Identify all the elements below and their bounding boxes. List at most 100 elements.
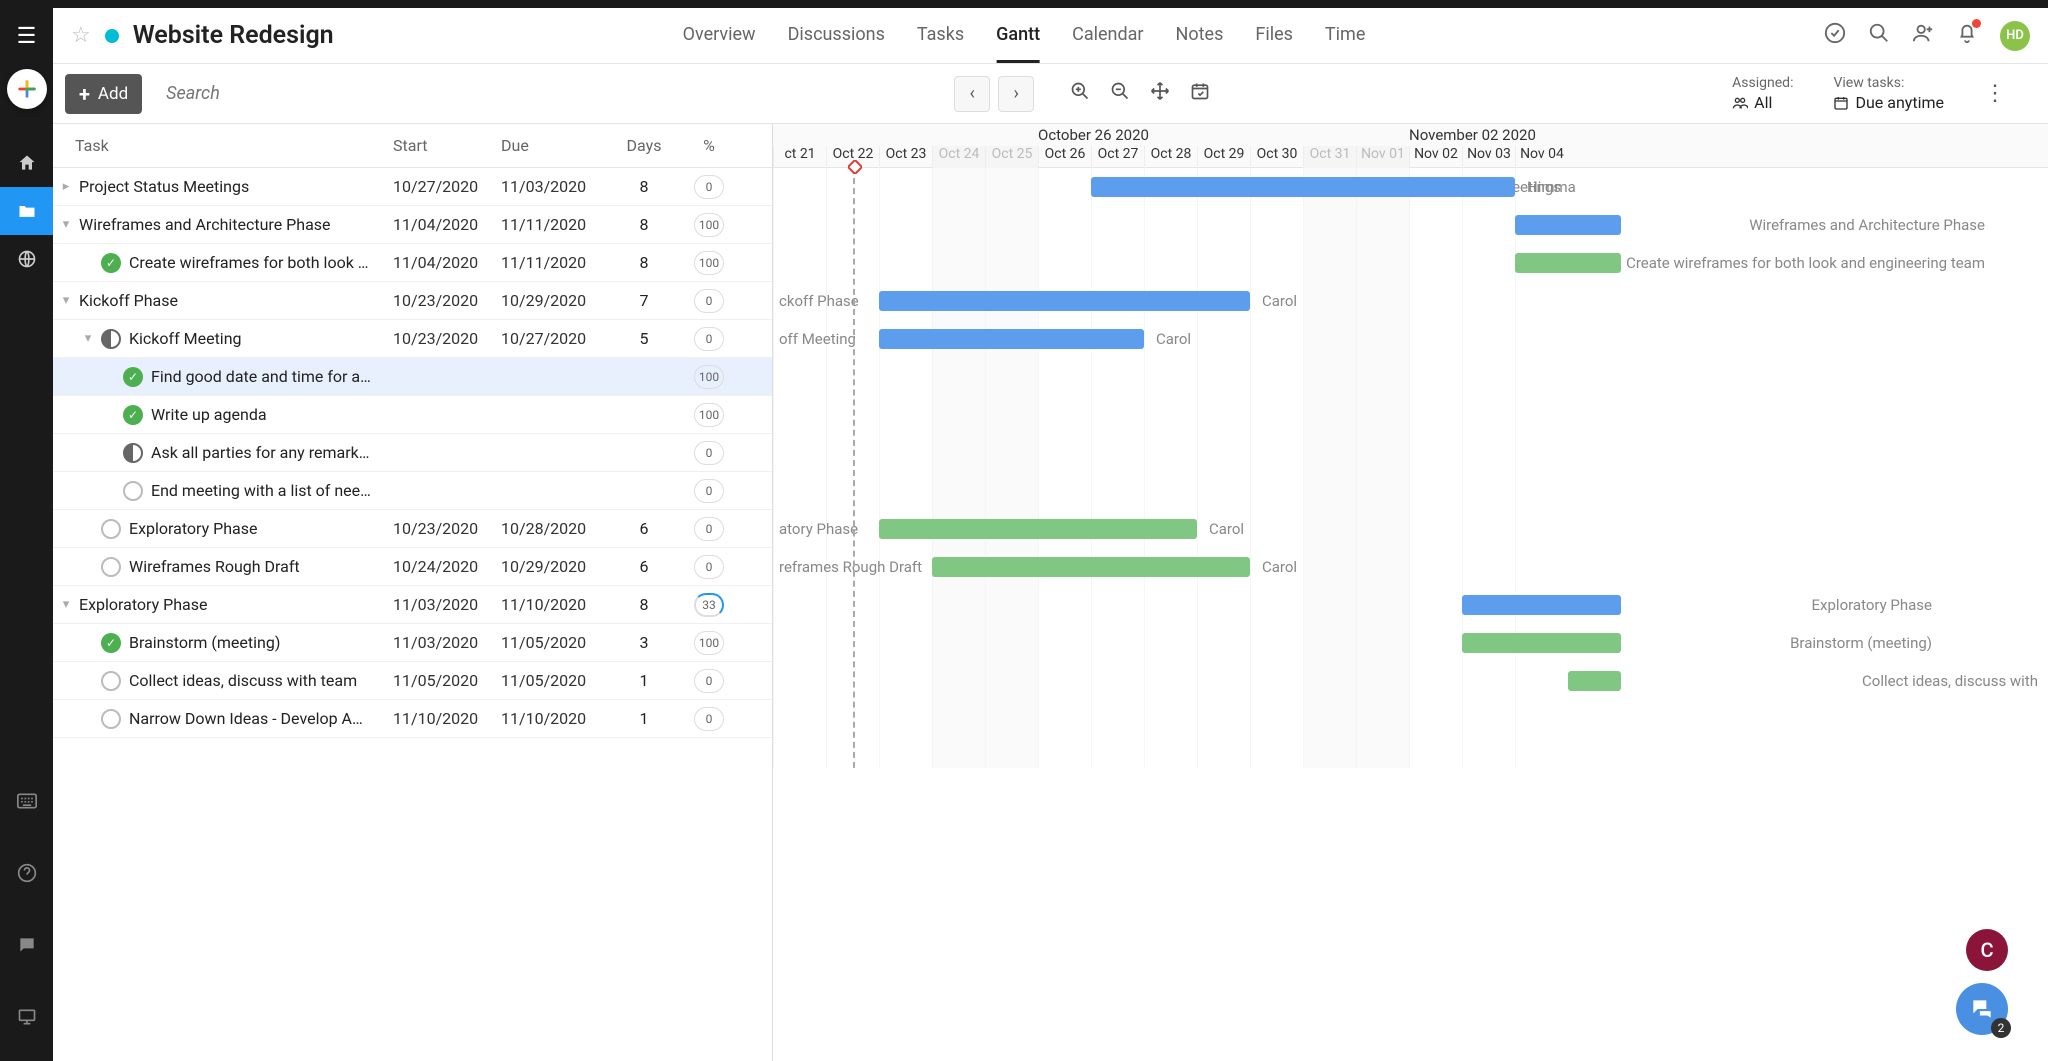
task-pct: 100 (694, 213, 724, 237)
task-row[interactable]: Collect ideas, discuss with team11/05/20… (53, 662, 772, 700)
tab-discussions[interactable]: Discussions (788, 9, 885, 63)
task-row[interactable]: Narrow Down Ideas - Develop Act... 11/10/… (53, 700, 772, 738)
task-row[interactable]: Wireframes Rough Draft10/24/202010/29/20… (53, 548, 772, 586)
tab-notes[interactable]: Notes (1176, 9, 1224, 63)
bar-label: Exploratory Phase (1812, 596, 1932, 614)
col-days[interactable]: Days (609, 136, 679, 155)
gantt-bar[interactable] (879, 519, 1197, 539)
gantt-row (773, 396, 2048, 434)
half-circle-icon[interactable] (101, 329, 121, 349)
task-row[interactable]: ✓Brainstorm (meeting)11/03/202011/05/202… (53, 624, 772, 662)
half-circle-icon[interactable] (123, 443, 143, 463)
gantt-bar[interactable] (1091, 177, 1515, 197)
task-row[interactable]: ▾Kickoff Meeting10/23/202010/27/202050 (53, 320, 772, 358)
task-pct: 100 (694, 365, 724, 389)
bell-icon[interactable] (1956, 22, 1978, 50)
check-circle-icon[interactable]: ✓ (101, 253, 121, 273)
circle-icon[interactable] (123, 481, 143, 501)
more-icon[interactable]: ⋮ (1984, 81, 2006, 106)
task-row[interactable]: Ask all parties for any remarks...0 (53, 434, 772, 472)
day-label: Oct 30 (1250, 146, 1303, 168)
menu-icon[interactable]: ☰ (17, 24, 37, 49)
check-circle-icon[interactable] (1824, 22, 1846, 50)
prev-button[interactable]: ‹ (954, 76, 990, 112)
gantt-bar[interactable] (879, 329, 1144, 349)
task-name: Brainstorm (meeting) (129, 633, 371, 652)
col-pct[interactable]: % (679, 136, 739, 155)
chevron-down-icon[interactable]: ▾ (75, 331, 101, 346)
gantt-bar[interactable] (932, 557, 1250, 577)
gantt-bar[interactable] (1568, 671, 1621, 691)
task-row[interactable]: End meeting with a list of need...0 (53, 472, 772, 510)
tab-overview[interactable]: Overview (683, 9, 756, 63)
add-button[interactable]: +Add (65, 74, 142, 114)
col-task[interactable]: Task (75, 136, 393, 155)
chat-fab[interactable]: 2 (1956, 983, 2008, 1035)
check-circle-icon[interactable]: ✓ (101, 633, 121, 653)
chevron-down-icon[interactable]: ▾ (53, 597, 79, 612)
zoom-out-icon[interactable] (1110, 81, 1130, 106)
viewtasks-value[interactable]: Due anytime (1833, 93, 1944, 112)
task-row[interactable]: Exploratory Phase10/23/202010/28/202060 (53, 510, 772, 548)
task-due: 11/10/2020 (501, 709, 609, 728)
search-icon[interactable] (1868, 22, 1890, 50)
move-icon[interactable] (1150, 81, 1170, 106)
gantt-bar[interactable] (1462, 633, 1621, 653)
task-name: Wireframes Rough Draft (129, 557, 371, 576)
gantt-bar[interactable] (1515, 253, 1621, 273)
gantt-bar[interactable] (879, 291, 1250, 311)
task-pct: 0 (694, 327, 724, 351)
tab-gantt[interactable]: Gantt (996, 9, 1040, 63)
today-icon[interactable] (1190, 81, 1210, 106)
task-row[interactable]: ▾Wireframes and Architecture Phase11/04/… (53, 206, 772, 244)
chat-icon[interactable] (0, 921, 53, 969)
check-circle-icon[interactable]: ✓ (123, 405, 143, 425)
gantt-bar[interactable] (1515, 215, 1621, 235)
search-input[interactable] (158, 75, 418, 112)
task-pct: 100 (694, 631, 724, 655)
help-icon[interactable] (0, 849, 53, 897)
user-fab[interactable]: C (1966, 929, 2008, 971)
task-row[interactable]: ✓Write up agenda100 (53, 396, 772, 434)
assigned-value[interactable]: All (1732, 93, 1793, 112)
folder-icon[interactable] (0, 187, 53, 235)
task-start: 11/04/2020 (393, 215, 501, 234)
tab-tasks[interactable]: Tasks (917, 9, 964, 63)
tab-calendar[interactable]: Calendar (1072, 9, 1143, 63)
chevron-down-icon[interactable]: ▾ (53, 217, 79, 232)
task-row[interactable]: ✓Find good date and time for all...100 (53, 358, 772, 396)
day-label: ct 21 (773, 146, 826, 168)
col-due[interactable]: Due (501, 136, 609, 155)
check-circle-icon[interactable]: ✓ (123, 367, 143, 387)
chevron-right-icon[interactable]: ▸ (53, 179, 79, 194)
next-button[interactable]: › (998, 76, 1034, 112)
keyboard-icon[interactable] (0, 777, 53, 825)
task-row[interactable]: ✓Create wireframes for both look a...11/… (53, 244, 772, 282)
gantt-row: off MeetingCarol (773, 320, 2048, 358)
task-row[interactable]: ▾Exploratory Phase11/03/202011/10/202083… (53, 586, 772, 624)
globe-icon[interactable] (0, 235, 53, 283)
task-row[interactable]: ▸Project Status Meetings10/27/202011/03/… (53, 168, 772, 206)
star-icon[interactable]: ☆ (71, 23, 91, 48)
task-name: Narrow Down Ideas - Develop Act... (129, 709, 371, 728)
task-pct: 0 (694, 669, 724, 693)
zoom-in-icon[interactable] (1070, 81, 1090, 106)
task-row[interactable]: ▾Kickoff Phase10/23/202010/29/202070 (53, 282, 772, 320)
circle-icon[interactable] (101, 671, 121, 691)
gantt-bar[interactable] (1462, 595, 1621, 615)
col-start[interactable]: Start (393, 136, 501, 155)
circle-icon[interactable] (101, 557, 121, 577)
add-button-label: Add (98, 84, 128, 104)
tab-files[interactable]: Files (1255, 9, 1293, 63)
new-button[interactable] (7, 69, 47, 109)
monitor-icon[interactable] (0, 993, 53, 1041)
avatar[interactable]: HD (2000, 21, 2030, 51)
add-user-icon[interactable] (1912, 22, 1934, 50)
home-icon[interactable] (0, 139, 53, 187)
tab-time[interactable]: Time (1325, 9, 1365, 63)
bar-label: Brainstorm (meeting) (1790, 634, 1932, 652)
chevron-down-icon[interactable]: ▾ (53, 293, 79, 308)
circle-icon[interactable] (101, 519, 121, 539)
circle-icon[interactable] (101, 709, 121, 729)
task-name: End meeting with a list of need... (151, 481, 371, 500)
